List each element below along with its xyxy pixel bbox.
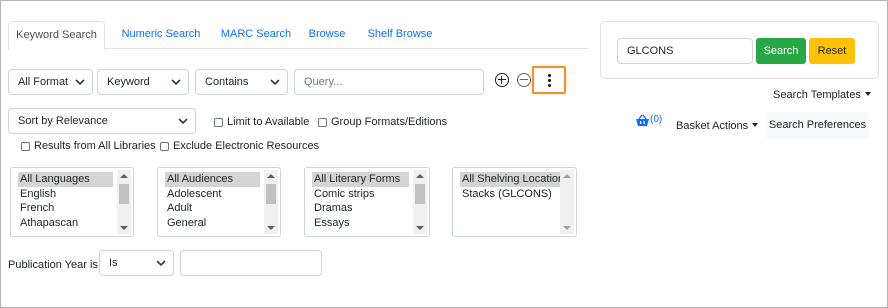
query-input[interactable]: Query...	[294, 69, 484, 95]
scrollbar[interactable]	[264, 170, 278, 234]
basket-indicator[interactable]: (0)	[635, 113, 665, 129]
reset-button[interactable]: Reset	[809, 38, 855, 64]
checkbox-box[interactable]	[21, 142, 30, 151]
list-item[interactable]: All Languages	[18, 172, 113, 187]
basket-actions-dropdown[interactable]: Basket Actions	[676, 119, 759, 133]
pub-year-input[interactable]	[180, 250, 322, 276]
add-row-icon[interactable]	[495, 73, 509, 87]
sort-select[interactable]: Sort by Relevance	[8, 108, 196, 134]
scroll-thumb[interactable]	[266, 184, 276, 204]
search-templates-dropdown[interactable]: Search Templates	[773, 88, 871, 102]
list-item[interactable]: All Audiences	[165, 172, 260, 187]
search-tabs: Keyword Search Numeric Search MARC Searc…	[8, 21, 588, 50]
all-libraries-checkbox[interactable]: Results from All Libraries	[21, 140, 171, 154]
list-item[interactable]: English	[18, 187, 113, 202]
search-preferences-button[interactable]: Search Preferences	[766, 112, 869, 139]
field-select-value: Keyword	[107, 76, 150, 88]
list-item[interactable]: Comic strips	[312, 187, 409, 202]
format-select-value: All Formats	[18, 76, 68, 88]
language-filter-listbox[interactable]: All Languages English French Athapascan	[10, 167, 134, 237]
basket-icon	[636, 114, 649, 126]
chevron-down-icon	[156, 260, 166, 267]
query-input-placeholder: Query...	[304, 76, 343, 88]
remove-row-icon[interactable]	[517, 73, 531, 87]
kebab-icon-dot	[548, 79, 551, 82]
operator-select-value: Contains	[205, 76, 249, 88]
list-item[interactable]: All Literary Forms	[312, 172, 409, 187]
scroll-down-icon[interactable]	[267, 226, 275, 230]
basket-actions-label: Basket Actions	[676, 120, 749, 132]
catalog-search-panel: GLCONS Search Reset	[600, 21, 879, 79]
chevron-down-icon	[178, 118, 188, 125]
checkbox-box[interactable]	[214, 118, 223, 127]
field-select[interactable]: Keyword	[97, 69, 189, 95]
list-item[interactable]: General	[165, 216, 260, 231]
chevron-down-icon	[270, 79, 280, 86]
tab-browse[interactable]: Browse	[304, 21, 350, 49]
search-templates-label: Search Templates	[773, 89, 861, 101]
tab-shelf-browse[interactable]: Shelf Browse	[362, 21, 438, 49]
list-item[interactable]: Stacks (GLCONS)	[460, 187, 560, 202]
limit-available-label: Limit to Available	[227, 116, 310, 128]
checkbox-box[interactable]	[160, 142, 169, 151]
operator-select[interactable]: Contains	[195, 69, 288, 95]
pub-year-operator-value: Is	[109, 257, 118, 269]
exclude-electronic-label: Exclude Electronic Resources	[173, 140, 320, 152]
sort-select-value: Sort by Relevance	[18, 115, 108, 127]
basket-count: (0)	[650, 114, 663, 125]
caret-down-icon	[864, 92, 871, 96]
shelving-location-filter-listbox[interactable]: All Shelving Locations Stacks (GLCONS)	[452, 167, 577, 237]
tab-marc-search[interactable]: MARC Search	[214, 21, 298, 49]
tab-numeric-search[interactable]: Numeric Search	[114, 21, 208, 49]
scroll-up-icon[interactable]	[267, 174, 275, 178]
audience-filter-listbox[interactable]: All Audiences Adolescent Adult General	[157, 167, 281, 237]
pub-year-label: Publication Year is	[8, 259, 98, 271]
list-item[interactable]: Adolescent	[165, 187, 260, 202]
kebab-icon	[548, 74, 551, 77]
format-select[interactable]: All Formats	[8, 69, 93, 95]
list-item[interactable]: All Shelving Locations	[460, 172, 560, 187]
scroll-down-icon[interactable]	[416, 226, 424, 230]
all-libraries-label: Results from All Libraries	[34, 140, 156, 152]
scroll-down-icon[interactable]	[120, 226, 128, 230]
tab-keyword-search[interactable]: Keyword Search	[8, 21, 105, 50]
group-formats-checkbox[interactable]: Group Formats/Editions	[318, 116, 448, 130]
scroll-down-icon[interactable]	[563, 226, 571, 230]
chevron-down-icon	[75, 79, 85, 86]
scroll-thumb[interactable]	[415, 184, 425, 204]
list-item[interactable]: Essays	[312, 216, 409, 231]
search-button[interactable]: Search	[756, 38, 806, 64]
scroll-thumb[interactable]	[119, 184, 129, 204]
group-formats-label: Group Formats/Editions	[331, 116, 448, 128]
scroll-up-icon[interactable]	[120, 174, 128, 178]
pub-year-operator-select[interactable]: Is	[99, 250, 174, 276]
scroll-up-icon[interactable]	[563, 174, 571, 178]
more-options-button[interactable]	[532, 66, 566, 94]
caret-down-icon	[752, 123, 759, 127]
scrollbar[interactable]	[560, 170, 574, 234]
exclude-electronic-checkbox[interactable]: Exclude Electronic Resources	[160, 140, 319, 154]
scrollbar[interactable]	[413, 170, 427, 234]
catalog-search-value: GLCONS	[627, 45, 674, 57]
chevron-down-icon	[171, 79, 181, 86]
checkbox-box[interactable]	[318, 118, 327, 127]
catalog-search-input[interactable]: GLCONS	[617, 38, 753, 64]
limit-available-checkbox[interactable]: Limit to Available	[214, 116, 314, 130]
kebab-icon-dot	[548, 84, 551, 87]
list-item[interactable]: Dramas	[312, 201, 409, 216]
literary-form-filter-listbox[interactable]: All Literary Forms Comic strips Dramas E…	[304, 167, 430, 237]
list-item[interactable]: Athapascan	[18, 216, 113, 231]
list-item[interactable]: Adult	[165, 201, 260, 216]
scrollbar[interactable]	[117, 170, 131, 234]
list-item[interactable]: French	[18, 201, 113, 216]
scroll-up-icon[interactable]	[416, 174, 424, 178]
